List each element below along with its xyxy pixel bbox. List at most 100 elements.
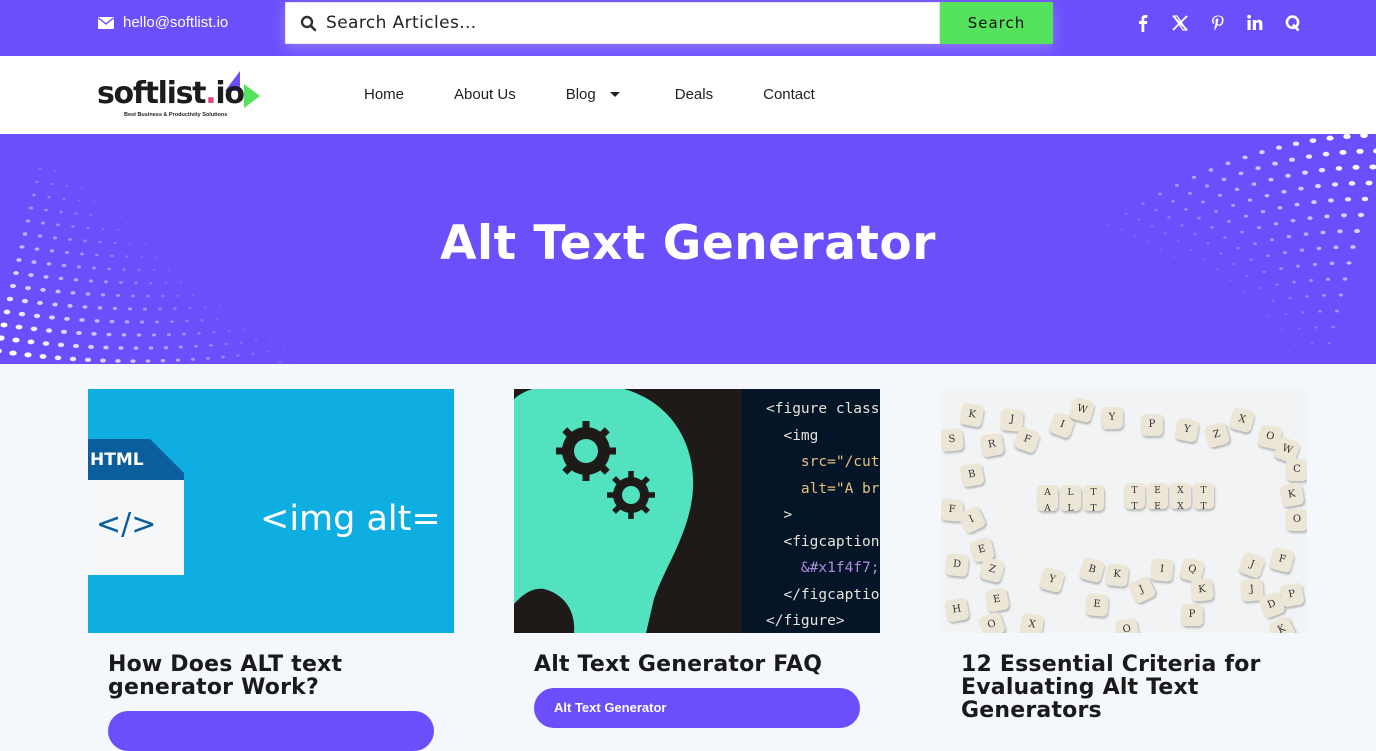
- article-title[interactable]: How Does ALT text generator Work?: [108, 653, 438, 699]
- hero-dot: [6, 296, 14, 302]
- nav-home[interactable]: Home: [364, 86, 404, 103]
- article-title[interactable]: Alt Text Generator FAQ: [534, 653, 864, 676]
- article-card[interactable]: <figure class <img src="/cut alt="A br >…: [514, 389, 881, 728]
- hero-dot: [35, 180, 39, 184]
- hero-dot: [1361, 196, 1369, 202]
- hero-dot: [29, 206, 33, 210]
- gear-tooth: [607, 492, 617, 498]
- hero-dot: [1318, 167, 1326, 173]
- x-twitter-icon[interactable]: [1162, 11, 1200, 35]
- site-logo[interactable]: softlist.io Best Business & Productivity…: [97, 68, 267, 122]
- hero-dot: [13, 270, 19, 276]
- hero-dot: [178, 345, 184, 349]
- hero-dot: [242, 328, 246, 331]
- hero-dot: [0, 335, 5, 341]
- hero-dot: [115, 358, 121, 363]
- hero-dot: [1254, 302, 1258, 305]
- hero-dot: [215, 318, 219, 321]
- pinterest-icon[interactable]: [1199, 11, 1237, 35]
- category-button[interactable]: Alt Text Generator: [534, 688, 860, 728]
- hero-dot: [57, 342, 65, 348]
- hero-dot: [1258, 286, 1262, 289]
- hero-dot: [194, 281, 198, 284]
- hero-dot: [127, 307, 133, 311]
- hero-dot: [112, 306, 118, 311]
- hero-dot: [54, 355, 62, 361]
- letter-bead: Y: [1038, 566, 1066, 594]
- hero-dot: [173, 307, 177, 310]
- text-word-bead: XX: [1170, 483, 1191, 512]
- contact-email[interactable]: hello@softlist.io: [98, 14, 228, 31]
- hero-dot: [1318, 310, 1322, 313]
- facebook-icon[interactable]: [1124, 11, 1162, 35]
- nav-contact[interactable]: Contact: [763, 86, 815, 103]
- page-title: Alt Text Generator: [440, 216, 936, 271]
- hero-dot: [146, 294, 150, 298]
- search-button[interactable]: Search: [940, 2, 1053, 44]
- linkedin-icon[interactable]: [1237, 11, 1275, 35]
- hero-dot: [230, 317, 234, 319]
- article-thumbnail[interactable]: <figure class <img src="/cut alt="A br >…: [514, 389, 880, 633]
- letter-bead: Y: [1100, 406, 1124, 430]
- hero-dot: [1230, 203, 1236, 207]
- hero-dot: [67, 303, 73, 308]
- email-text: hello@softlist.io: [123, 14, 229, 31]
- hero-dot: [257, 326, 261, 329]
- hero-dot: [170, 320, 174, 324]
- hero-dot: [1309, 138, 1317, 143]
- hero-dot: [143, 307, 147, 311]
- hero-dot: [182, 332, 186, 336]
- hero-dot: [68, 171, 72, 174]
- hero-dot: [1311, 200, 1317, 205]
- hero-dot: [79, 318, 85, 322]
- hero-dot: [32, 193, 36, 197]
- letter-bead: J: [1237, 550, 1267, 580]
- hero-dot: [1360, 134, 1368, 139]
- hero-dot: [84, 357, 92, 363]
- article-card[interactable]: HTML </> <img alt= How Does ALT text gen…: [88, 389, 455, 751]
- hero-dot: [1198, 274, 1202, 277]
- hero-dot: [1288, 296, 1292, 300]
- hero-dot: [97, 306, 103, 310]
- hero-dot: [245, 315, 249, 318]
- article-thumbnail[interactable]: KJFRIWYPYZXOWCKSBFIEDZEHYBKJIQKPEJJDPFOX…: [941, 389, 1307, 633]
- hero-dot: [1280, 329, 1284, 332]
- hero-dot: [1326, 135, 1334, 141]
- search-input[interactable]: [326, 3, 926, 43]
- nav-blog[interactable]: Blog: [566, 86, 620, 103]
- primary-nav: Home About Us Blog Deals Contact: [364, 86, 815, 103]
- letter-bead: K: [1279, 482, 1305, 508]
- hero-dot: [18, 311, 26, 317]
- hero-dot: [1335, 309, 1339, 313]
- hero-dot: [92, 200, 96, 203]
- hero-dot: [1310, 342, 1314, 345]
- article-card[interactable]: KJFRIWYPYZXOWCKSBFIEDZEHYBKJIQKPEJJDPFOX…: [941, 389, 1308, 722]
- hero-dot: [239, 341, 243, 344]
- hero-dot: [37, 300, 43, 305]
- hero-dot: [1344, 197, 1352, 202]
- hero-dot: [1275, 283, 1279, 286]
- hero-dot: [1208, 168, 1214, 172]
- hero-dot: [1292, 280, 1296, 284]
- hero-dot: [30, 326, 38, 332]
- letter-bead: X: [1019, 612, 1045, 633]
- hero-dot: [206, 356, 210, 360]
- code-snippet: <figure class <img src="/cut alt="A br >…: [742, 389, 880, 633]
- quora-icon[interactable]: [1274, 11, 1312, 35]
- article-title[interactable]: 12 Essential Criteria for Evaluating Alt…: [961, 653, 1291, 722]
- nav-deals[interactable]: Deals: [675, 86, 713, 103]
- article-thumbnail[interactable]: HTML </> <img alt=: [88, 389, 454, 633]
- hero-dot: [278, 361, 282, 364]
- letter-bead: I: [1150, 558, 1174, 582]
- hero-dot: [1277, 206, 1283, 210]
- nav-about-us[interactable]: About Us: [454, 86, 516, 103]
- hero-dot: [1322, 151, 1330, 157]
- hero-dot: [1267, 315, 1271, 318]
- hero-dot: [1335, 166, 1343, 171]
- category-button[interactable]: [108, 711, 434, 751]
- hero-dot: [185, 319, 189, 323]
- hero-dot: [103, 345, 109, 350]
- letter-bead: O: [1286, 509, 1307, 531]
- letter-bead: B: [959, 462, 985, 488]
- letter-bead: H: [944, 597, 970, 623]
